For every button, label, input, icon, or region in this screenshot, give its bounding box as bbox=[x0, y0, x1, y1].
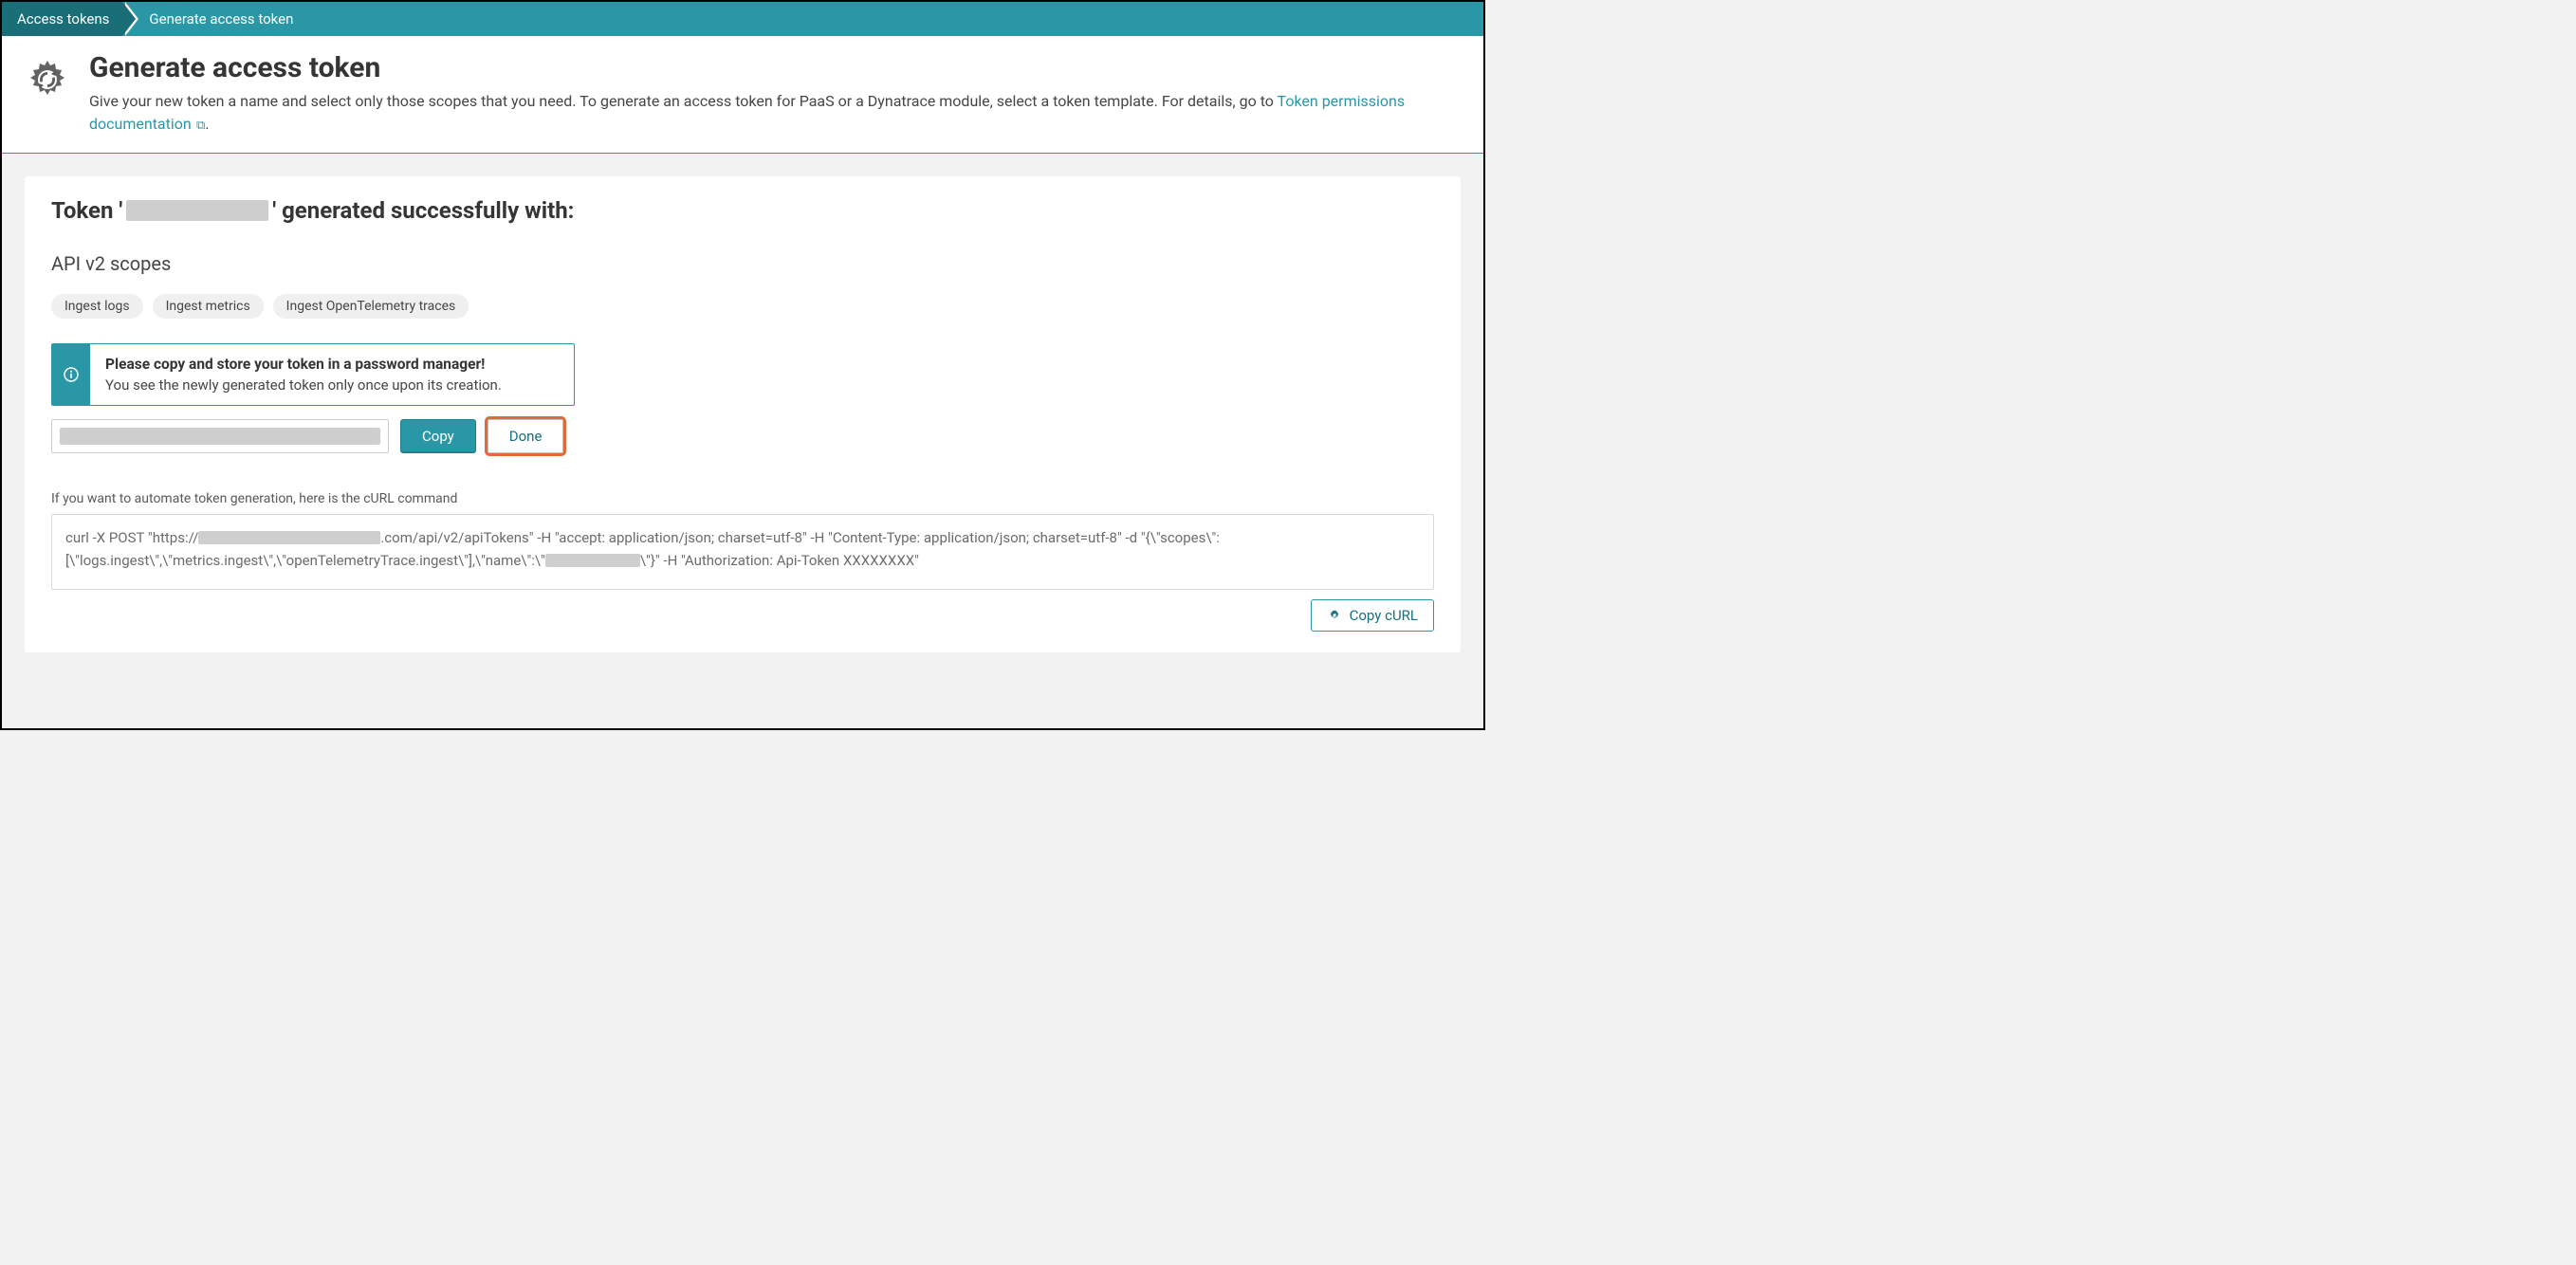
redacted-token-name bbox=[126, 200, 268, 221]
desc-text: Give your new token a name and select on… bbox=[89, 92, 1278, 110]
desc-suffix: . bbox=[205, 115, 209, 133]
curl-text: .com/api/v2/apiTokens" -H "accept: appli… bbox=[380, 526, 1220, 549]
page-title: Generate access token bbox=[89, 51, 1461, 84]
info-title: Please copy and store your token in a pa… bbox=[105, 356, 502, 373]
scope-chips: Ingest logs Ingest metrics Ingest OpenTe… bbox=[51, 294, 1434, 319]
curl-label: If you want to automate token generation… bbox=[51, 491, 1434, 506]
token-card: Token ' ' generated successfully with: A… bbox=[25, 176, 1461, 652]
success-prefix: Token ' bbox=[51, 197, 122, 224]
gear-sync-icon bbox=[1327, 608, 1342, 623]
curl-command-box[interactable]: curl -X POST "https:// .com/api/v2/apiTo… bbox=[51, 514, 1434, 590]
redacted-name bbox=[545, 554, 640, 567]
external-link-icon: ⧉ bbox=[193, 119, 206, 133]
breadcrumb-current: Generate access token bbox=[122, 2, 293, 36]
token-value-field[interactable] bbox=[51, 419, 389, 453]
success-suffix: ' generated successfully with: bbox=[272, 197, 574, 224]
page-description: Give your new token a name and select on… bbox=[89, 90, 1461, 136]
copy-curl-button[interactable]: Copy cURL bbox=[1311, 599, 1434, 632]
page-header: Generate access token Give your new toke… bbox=[2, 36, 1483, 154]
breadcrumb-label: Access tokens bbox=[17, 10, 109, 28]
copy-curl-label: Copy cURL bbox=[1350, 607, 1418, 624]
scope-chip: Ingest OpenTelemetry traces bbox=[273, 294, 469, 319]
copy-button[interactable]: Copy bbox=[400, 419, 476, 453]
breadcrumb: Access tokens Generate access token bbox=[2, 2, 1483, 36]
scope-chip: Ingest logs bbox=[51, 294, 143, 319]
scope-chip: Ingest metrics bbox=[153, 294, 264, 319]
scopes-heading: API v2 scopes bbox=[51, 252, 1434, 275]
redacted-host bbox=[198, 531, 380, 544]
success-heading: Token ' ' generated successfully with: bbox=[51, 197, 1434, 224]
info-subtitle: You see the newly generated token only o… bbox=[105, 376, 502, 394]
curl-text: [\"logs.ingest\",\"metrics.ingest\",\"op… bbox=[65, 549, 545, 572]
curl-text: \"}" -H "Authorization: Api-Token XXXXXX… bbox=[640, 549, 919, 572]
done-button[interactable]: Done bbox=[488, 419, 564, 453]
curl-text: curl -X POST "https:// bbox=[65, 526, 198, 549]
breadcrumb-label: Generate access token bbox=[149, 10, 293, 28]
breadcrumb-access-tokens[interactable]: Access tokens bbox=[2, 2, 122, 36]
info-icon bbox=[52, 344, 90, 405]
gear-sync-icon bbox=[25, 57, 70, 102]
redacted-token-value bbox=[60, 428, 380, 445]
info-banner: Please copy and store your token in a pa… bbox=[51, 343, 575, 406]
